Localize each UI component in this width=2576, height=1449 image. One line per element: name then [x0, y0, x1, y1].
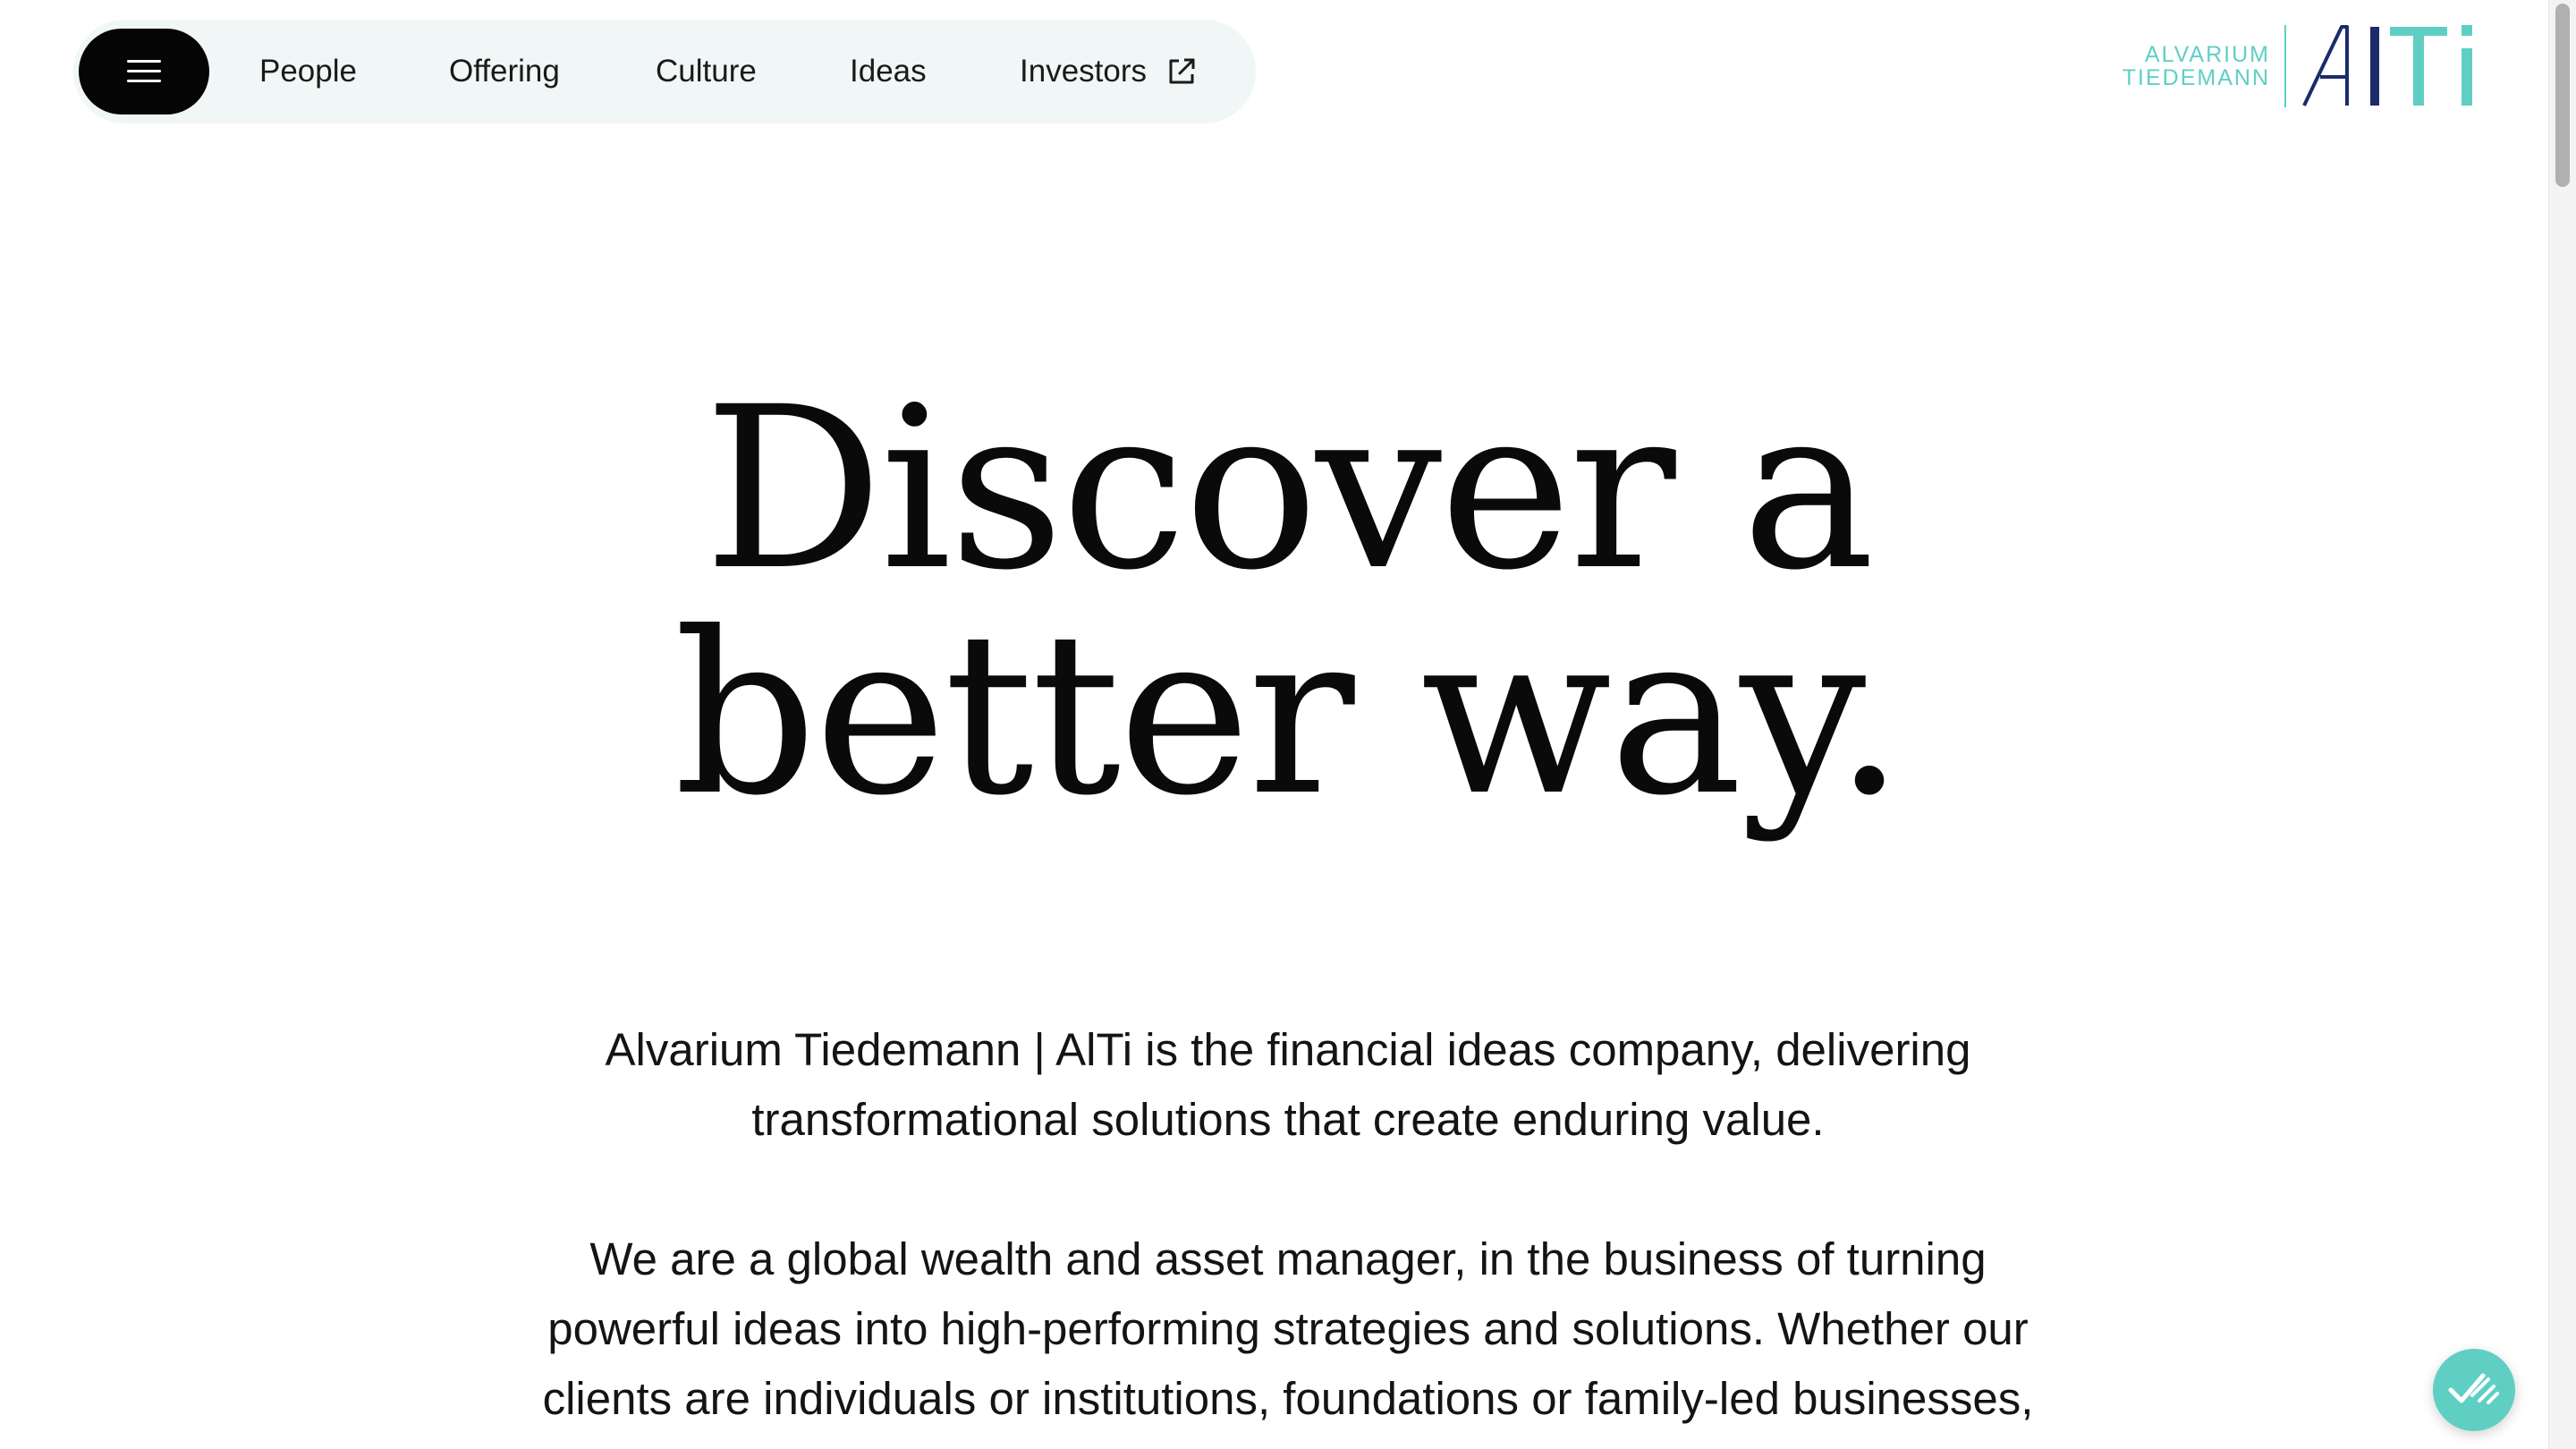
chat-widget-button[interactable]	[2433, 1349, 2515, 1431]
scrollbar-thumb[interactable]	[2555, 4, 2570, 187]
menu-button[interactable]	[79, 29, 209, 114]
chat-widget-icon	[2448, 1373, 2499, 1404]
external-link-icon	[1169, 58, 1195, 84]
logo-divider	[2284, 25, 2286, 107]
page-scrollbar[interactable]	[2548, 0, 2576, 1449]
nav-link-ideas[interactable]: Ideas	[850, 20, 927, 123]
hero-headline-line-1: Discover a	[703, 359, 1875, 619]
nav-link-offering[interactable]: Offering	[449, 20, 560, 123]
brand-logo[interactable]: ALVARIUM TIEDEMANN	[2123, 23, 2479, 109]
intro-paragraph-1: Alvarium Tiedemann | AlTi is the financi…	[605, 1024, 1971, 1145]
page: People Offering Culture Ideas Investors …	[0, 0, 2576, 1449]
top-nav: People Offering Culture Ideas Investors	[73, 20, 1256, 123]
logo-line-tiedemann: TIEDEMANN	[2122, 65, 2270, 90]
nav-link-investors-label: Investors	[1020, 54, 1147, 89]
hamburger-icon	[127, 60, 161, 83]
nav-link-people[interactable]: People	[259, 20, 357, 123]
nav-link-culture[interactable]: Culture	[656, 20, 757, 123]
hero-headline-line-2: better way.	[674, 584, 1904, 844]
logo-line-alvarium: ALVARIUM	[2144, 42, 2270, 67]
logo-wordmark: ALVARIUM TIEDEMANN	[2123, 43, 2284, 89]
nav-link-investors[interactable]: Investors	[1020, 20, 1197, 123]
alti-logo-mark	[2302, 25, 2472, 106]
intro-paragraph-2: We are a global wealth and asset manager…	[542, 1233, 2034, 1449]
